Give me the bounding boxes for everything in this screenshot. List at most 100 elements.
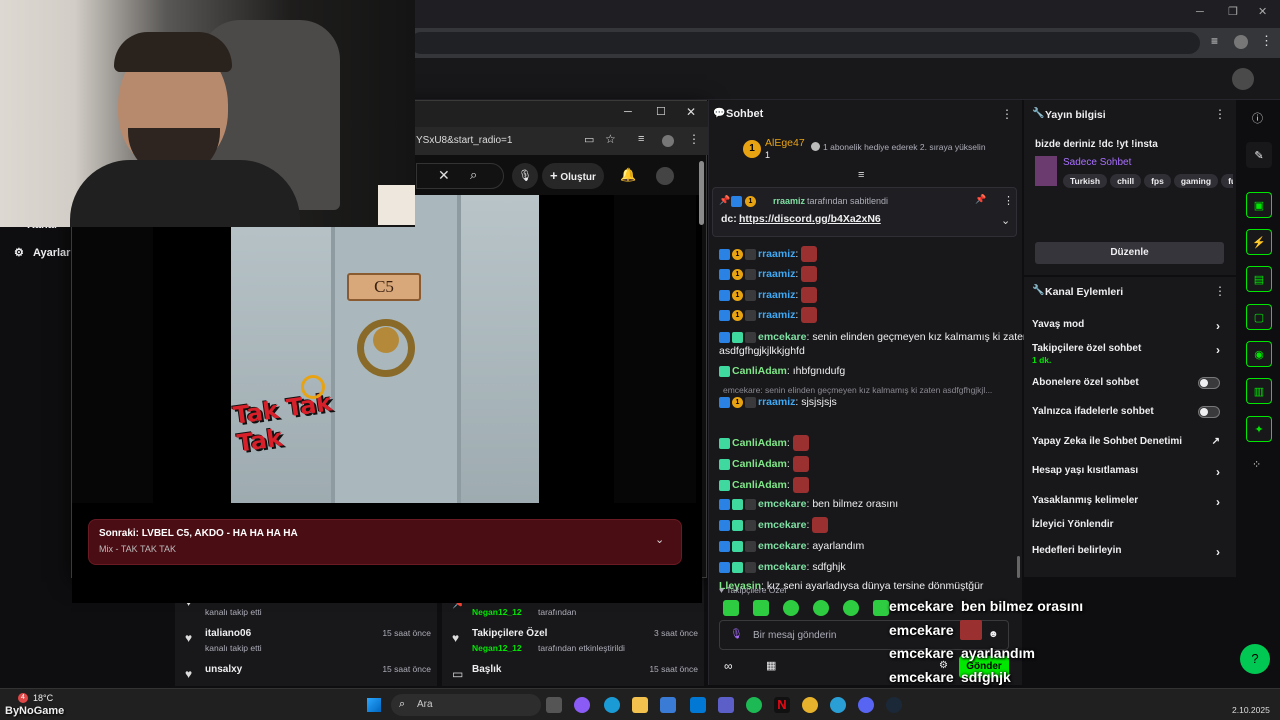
create-button[interactable]: + Oluştur: [542, 163, 604, 189]
chat-username[interactable]: emcekare: [758, 331, 806, 343]
media-control-icon[interactable]: ≡: [638, 133, 644, 145]
maximize-icon[interactable]: ☐: [656, 105, 666, 118]
raid-icon[interactable]: ⚡: [1246, 229, 1272, 255]
restore-icon[interactable]: ❐: [1228, 5, 1238, 18]
start-icon[interactable]: [367, 698, 381, 712]
up-next-card[interactable]: Sonraki: LVBEL C5, AKDO - HA HA HA HA Mi…: [88, 519, 682, 565]
channel-action-row[interactable]: Yalnızca ifadelerle sohbet: [1032, 406, 1228, 418]
netflix-icon[interactable]: N: [774, 697, 790, 713]
emote-icon[interactable]: [873, 600, 889, 616]
profile-avatar[interactable]: [662, 135, 674, 147]
chat-username[interactable]: rraamiz: [758, 248, 795, 260]
chat-bubble-icon[interactable]: ▢: [1246, 304, 1272, 330]
steam-icon[interactable]: [886, 697, 902, 713]
help-button[interactable]: ?: [1240, 644, 1270, 674]
edge-icon[interactable]: [604, 697, 620, 713]
ad-icon[interactable]: ▤: [1246, 266, 1272, 292]
user-avatar[interactable]: [1232, 68, 1254, 90]
channel-action-row[interactable]: Hesap yaşı kısıtlaması ›: [1032, 465, 1228, 479]
bookmark-star-icon[interactable]: ☆: [605, 132, 616, 146]
tag-chip[interactable]: Turkish: [1063, 174, 1108, 188]
gift-leaderboard[interactable]: 1 AlEge47 1 1 abonelik hediye ederek 2. …: [739, 136, 1019, 166]
clip-icon[interactable]: ▣: [1246, 192, 1272, 218]
emote-icon[interactable]: [843, 600, 859, 616]
tag-chip[interactable]: chill: [1110, 174, 1142, 188]
more-menu-icon[interactable]: ⋮: [1003, 194, 1014, 207]
channel-action-row[interactable]: Yapay Zeka ile Sohbet Denetimi ↗: [1032, 436, 1228, 447]
channel-action-row[interactable]: Yavaş mod ›: [1032, 319, 1228, 333]
chat-scrollbar[interactable]: [1017, 556, 1020, 578]
emote-icon[interactable]: [753, 600, 769, 616]
bell-icon[interactable]: 🔔: [620, 167, 636, 183]
layout-icon[interactable]: ▥: [1246, 378, 1272, 404]
edit-button[interactable]: Düzenle: [1035, 242, 1224, 264]
activity-item[interactable]: ♥ Takipçilere Özel 3 saat önce Negan12_12 ta…: [442, 626, 704, 660]
add-action-icon[interactable]: ⁘: [1252, 458, 1261, 471]
file-explorer-icon[interactable]: [632, 697, 648, 713]
search-box[interactable]: [416, 163, 504, 189]
tag-chip[interactable]: fu: [1221, 174, 1233, 188]
emote-icon[interactable]: [723, 600, 739, 616]
spotify-icon[interactable]: [746, 697, 762, 713]
activity-item[interactable]: ♥ italiano06 15 saat önce kanalı takip etti: [175, 626, 437, 660]
video-scrollbar[interactable]: [699, 161, 704, 225]
chat-username[interactable]: rraamiz: [758, 268, 795, 280]
more-menu-icon[interactable]: ⋮: [1214, 284, 1226, 298]
emote-icon[interactable]: [783, 600, 799, 616]
copilot-icon[interactable]: [574, 697, 590, 713]
chat-username[interactable]: rraamiz: [758, 309, 795, 321]
task-view-icon[interactable]: [546, 697, 562, 713]
discord-icon[interactable]: [858, 697, 874, 713]
chat-username[interactable]: emcekare: [758, 519, 806, 531]
toggle-switch[interactable]: [1198, 406, 1220, 418]
close-icon[interactable]: ✕: [1258, 5, 1267, 18]
minimize-icon[interactable]: ─: [1196, 6, 1204, 18]
outlook-icon[interactable]: [690, 697, 706, 713]
chat-username[interactable]: rraamiz: [758, 289, 795, 301]
chat-username[interactable]: emcekare: [758, 540, 806, 552]
channel-avatar[interactable]: [656, 167, 674, 185]
chat-username[interactable]: CanliAdam: [732, 479, 787, 491]
channel-action-row[interactable]: Takipçilere özel sohbet 1 dk. ›: [1032, 343, 1228, 365]
chat-username[interactable]: CanliAdam: [732, 458, 787, 470]
more-menu-icon[interactable]: ⋮: [688, 132, 700, 146]
chat-username[interactable]: emcekare: [758, 498, 806, 510]
close-icon[interactable]: ✕: [686, 105, 696, 119]
chat-username[interactable]: rraamiz: [758, 396, 795, 408]
address-bar[interactable]: [410, 32, 1200, 54]
store-app-icon[interactable]: [660, 697, 676, 713]
taskbar-search[interactable]: ⌕ Ara: [391, 694, 541, 716]
app-icon[interactable]: [830, 697, 846, 713]
more-menu-icon[interactable]: ⋮: [1260, 33, 1273, 49]
channel-action-row[interactable]: İzleyici Yönlendir: [1032, 519, 1228, 530]
profile-avatar[interactable]: [1234, 35, 1248, 49]
mic-icon[interactable]: 🎙: [730, 629, 743, 640]
emoji-icon[interactable]: ☻: [988, 629, 999, 640]
chrome-icon[interactable]: [802, 697, 818, 713]
more-menu-icon[interactable]: ⋮: [1001, 107, 1013, 121]
store-icon[interactable]: ▦: [766, 659, 776, 672]
scroll-collapse-icon[interactable]: ≡: [858, 169, 864, 181]
channel-action-row[interactable]: Abonelere özel sohbet: [1032, 377, 1228, 389]
chevron-down-icon[interactable]: ⌄: [655, 533, 664, 546]
tag-chip[interactable]: gaming: [1173, 174, 1219, 188]
stream-category[interactable]: Sadece Sohbet: [1063, 157, 1131, 168]
edit-icon[interactable]: ✎: [1246, 142, 1272, 168]
pinned-link[interactable]: https://discord.gg/b4Xa2xN6: [739, 213, 881, 225]
clear-search-icon[interactable]: ✕: [438, 167, 450, 184]
cast-icon[interactable]: ▭: [584, 133, 594, 146]
chat-username[interactable]: emcekare: [758, 561, 806, 573]
chevron-down-icon[interactable]: ⌄: [1001, 214, 1010, 227]
channel-action-row[interactable]: Yasaklanmış kelimeler ›: [1032, 495, 1228, 509]
search-icon[interactable]: ⌕: [470, 167, 477, 183]
toggle-switch[interactable]: [1198, 377, 1220, 389]
teams-icon[interactable]: [718, 697, 734, 713]
media-control-icon[interactable]: ≡: [1211, 34, 1218, 48]
nav-item-settings[interactable]: ⚙ Ayarlar: [14, 246, 70, 259]
tools-icon[interactable]: ✦: [1246, 416, 1272, 442]
channel-action-row[interactable]: Hedefleri belirleyin ›: [1032, 545, 1228, 559]
weather-icon[interactable]: 4: [18, 693, 28, 703]
chat-username[interactable]: CanliAdam: [732, 365, 787, 377]
unpin-icon[interactable]: 📌: [975, 194, 986, 205]
minimize-icon[interactable]: ─: [624, 106, 632, 118]
